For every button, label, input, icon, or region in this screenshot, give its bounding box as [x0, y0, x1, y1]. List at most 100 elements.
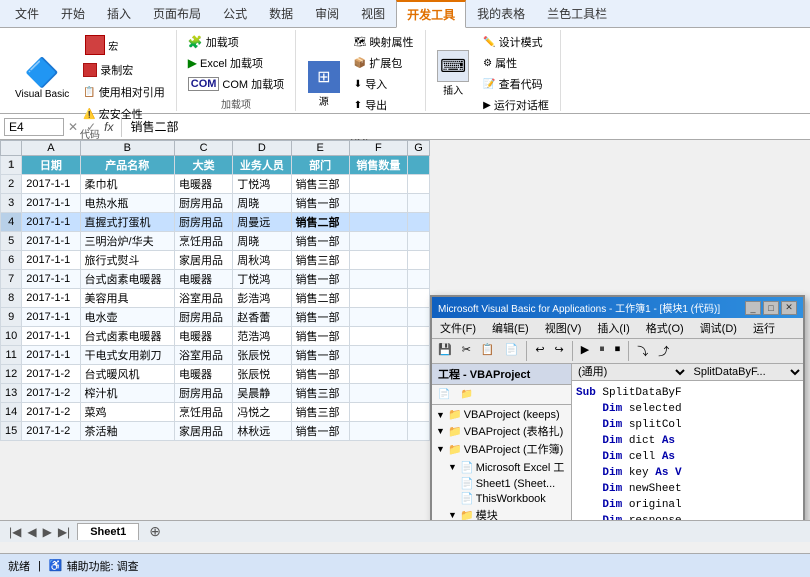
view-code-button[interactable]: 📝 查看代码 — [478, 74, 554, 94]
header-quantity[interactable]: 销售数量 — [349, 156, 407, 175]
cell-f11[interactable] — [349, 346, 407, 365]
vba-tool-copy[interactable]: 📋 — [477, 341, 499, 361]
cell-c15[interactable]: 家居用品 — [175, 422, 233, 441]
cell-b12[interactable]: 台式暖风机 — [80, 365, 175, 384]
header-category[interactable]: 大类 — [175, 156, 233, 175]
tab-insert[interactable]: 插入 — [96, 0, 142, 27]
sheet-nav-last[interactable]: ▶| — [55, 525, 73, 539]
vba-tree-item-3[interactable]: ▼ 📄 Microsoft Excel 工 — [434, 458, 569, 476]
header-salesperson[interactable]: 业务人员 — [233, 156, 291, 175]
vba-tree-item-1[interactable]: ▼ 📁 VBAProject (表格扎) — [434, 422, 569, 440]
tab-file[interactable]: 文件 — [4, 0, 50, 27]
cell-a9[interactable]: 2017-1-1 — [22, 308, 80, 327]
cell-e4-selected[interactable]: 销售二部 — [291, 213, 349, 232]
vba-menu-debug[interactable]: 调试(D) — [692, 318, 745, 338]
cell-d6[interactable]: 周秋鸿 — [233, 251, 291, 270]
vba-menu-format[interactable]: 格式(O) — [638, 318, 692, 338]
cell-a14[interactable]: 2017-1-2 — [22, 403, 80, 422]
cell-c6[interactable]: 家居用品 — [175, 251, 233, 270]
vba-tool-run[interactable]: ▶ — [577, 341, 593, 361]
cell-b13[interactable]: 榨汁机 — [80, 384, 175, 403]
cell-d2[interactable]: 丁悦鸿 — [233, 175, 291, 194]
vba-tree-item-5[interactable]: 📄 ThisWorkbook — [434, 491, 569, 506]
cell-a15[interactable]: 2017-1-2 — [22, 422, 80, 441]
cell-e6[interactable]: 销售三部 — [291, 251, 349, 270]
tab-home[interactable]: 开始 — [50, 0, 96, 27]
cell-d3[interactable]: 周晓 — [233, 194, 291, 213]
cell-b4[interactable]: 直握式打蛋机 — [80, 213, 175, 232]
cell-a7[interactable]: 2017-1-1 — [22, 270, 80, 289]
cell-f8[interactable] — [349, 289, 407, 308]
tab-developer[interactable]: 开发工具 — [396, 0, 466, 28]
cell-f4[interactable] — [349, 213, 407, 232]
header-date[interactable]: 日期 — [22, 156, 80, 175]
vba-maximize-button[interactable]: □ — [763, 301, 779, 315]
sheet-nav-prev[interactable]: ◀ — [24, 525, 39, 539]
cell-d10[interactable]: 范浩鸿 — [233, 327, 291, 346]
cell-a6[interactable]: 2017-1-1 — [22, 251, 80, 270]
run-dialog-button[interactable]: ▶ 运行对话框 — [478, 95, 554, 115]
cell-d4[interactable]: 周曼远 — [233, 213, 291, 232]
cell-e5[interactable]: 销售一部 — [291, 232, 349, 251]
tab-review[interactable]: 审阅 — [304, 0, 350, 27]
cell-reference-input[interactable] — [4, 118, 64, 136]
vba-tree-item-2[interactable]: ▼ 📁 VBAProject (工作簿) — [434, 440, 569, 458]
formula-input[interactable] — [126, 119, 806, 135]
vba-proc-dropdown[interactable]: SplitDataByF... — [688, 364, 804, 380]
cell-b7[interactable]: 台式卤素电暖器 — [80, 270, 175, 289]
vba-close-button[interactable]: ✕ — [781, 301, 797, 315]
cell-b6[interactable]: 旅行式熨斗 — [80, 251, 175, 270]
vba-tool-redo[interactable]: ↪ — [551, 341, 568, 361]
addins-button[interactable]: 🧩 加载项 — [183, 32, 244, 52]
cell-d7[interactable]: 丁悦鸿 — [233, 270, 291, 289]
cell-b11[interactable]: 干电式女用剃刀 — [80, 346, 175, 365]
vba-menu-view[interactable]: 视图(V) — [537, 318, 590, 338]
cell-c3[interactable]: 厨房用品 — [175, 194, 233, 213]
cell-f14[interactable] — [349, 403, 407, 422]
cell-e10[interactable]: 销售一部 — [291, 327, 349, 346]
tab-formula[interactable]: 公式 — [212, 0, 258, 27]
vba-tree-item-6[interactable]: ▼ 📁 模块 — [434, 506, 569, 520]
cell-c8[interactable]: 浴室用品 — [175, 289, 233, 308]
cell-c11[interactable]: 浴室用品 — [175, 346, 233, 365]
visual-basic-button[interactable]: 🔷 Visual Basic — [10, 54, 74, 103]
cell-f5[interactable] — [349, 232, 407, 251]
vba-tool-undo[interactable]: ↩ — [531, 341, 548, 361]
cell-f9[interactable] — [349, 308, 407, 327]
cell-a11[interactable]: 2017-1-1 — [22, 346, 80, 365]
cell-a5[interactable]: 2017-1-1 — [22, 232, 80, 251]
cell-e12[interactable]: 销售一部 — [291, 365, 349, 384]
tab-view[interactable]: 视图 — [350, 0, 396, 27]
vba-tool-cut[interactable]: ✂ — [458, 341, 475, 361]
relative-ref-button[interactable]: 📋 使用相对引用 — [78, 82, 169, 102]
cell-c2[interactable]: 电暖器 — [175, 175, 233, 194]
cell-c4[interactable]: 厨房用品 — [175, 213, 233, 232]
cell-f2[interactable] — [349, 175, 407, 194]
cell-d11[interactable]: 张辰悦 — [233, 346, 291, 365]
cell-d14[interactable]: 冯悦之 — [233, 403, 291, 422]
map-properties-button[interactable]: 🗺 映射属性 — [349, 32, 419, 52]
sheet-nav-next[interactable]: ▶ — [40, 525, 55, 539]
design-mode-button[interactable]: ✏️ 设计模式 — [478, 32, 554, 52]
cell-b5[interactable]: 三明治炉/华夫 — [80, 232, 175, 251]
insert-control-button[interactable]: ⌨ 插入 — [432, 47, 474, 100]
cell-a8[interactable]: 2017-1-1 — [22, 289, 80, 308]
cell-a3[interactable]: 2017-1-1 — [22, 194, 80, 213]
vba-tree-item-0[interactable]: ▼ 📁 VBAProject (keeps) — [434, 407, 569, 422]
extension-pack-button[interactable]: 📦 扩展包 — [349, 53, 419, 73]
add-sheet-button[interactable]: ⊕ — [141, 521, 169, 542]
cell-b3[interactable]: 电热水瓶 — [80, 194, 175, 213]
cell-b15[interactable]: 茶活釉 — [80, 422, 175, 441]
cell-e15[interactable]: 销售一部 — [291, 422, 349, 441]
header-product[interactable]: 产品名称 — [80, 156, 175, 175]
cell-b10[interactable]: 台式卤素电暖器 — [80, 327, 175, 346]
cell-f12[interactable] — [349, 365, 407, 384]
vba-tool-pause[interactable]: ⏸ — [595, 341, 609, 361]
cell-d5[interactable]: 周晓 — [233, 232, 291, 251]
cell-f6[interactable] — [349, 251, 407, 270]
cell-c5[interactable]: 烹饪用品 — [175, 232, 233, 251]
xml-source-button[interactable]: ⊞ 源 — [303, 58, 345, 111]
cell-b9[interactable]: 电水壶 — [80, 308, 175, 327]
cell-f15[interactable] — [349, 422, 407, 441]
cell-b2[interactable]: 柔巾机 — [80, 175, 175, 194]
